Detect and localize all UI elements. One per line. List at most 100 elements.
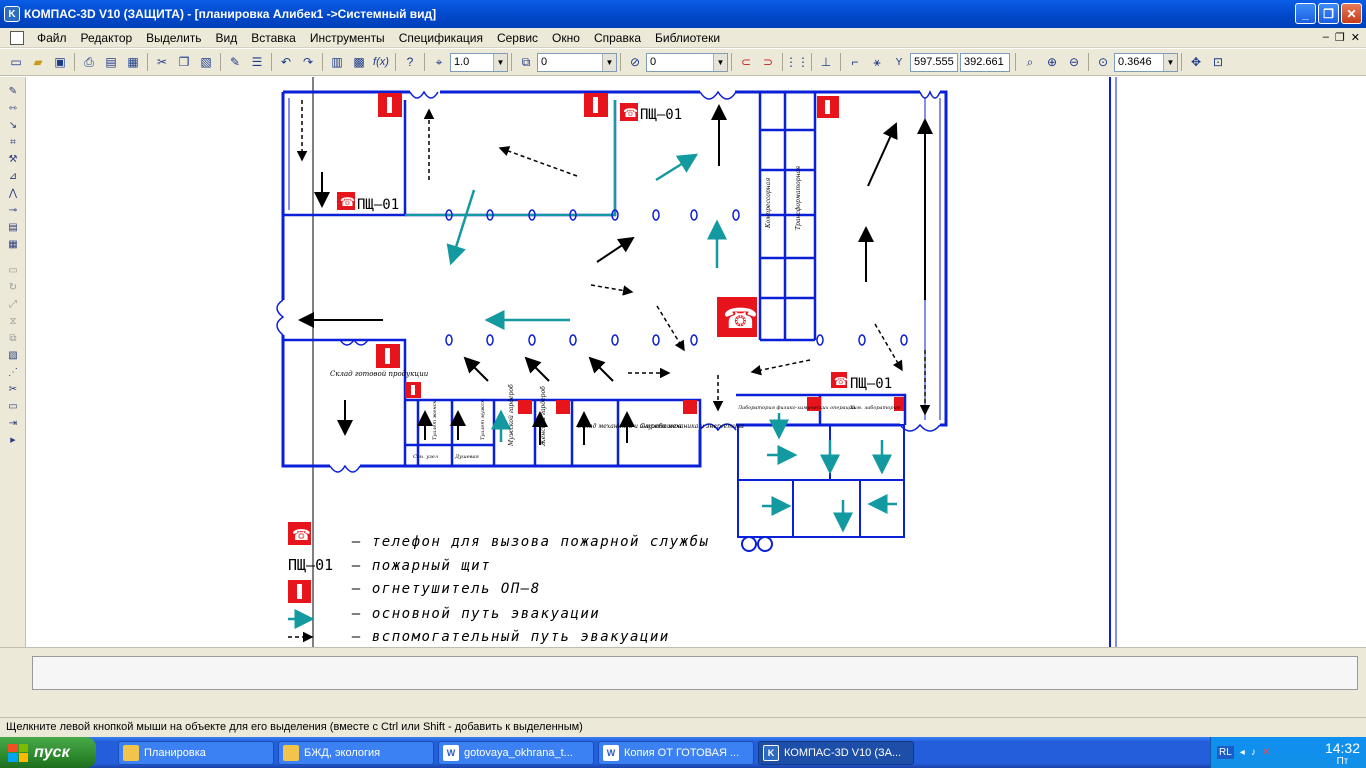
coord-x-field[interactable]: 597.555 [910, 52, 958, 72]
copy-tool-icon[interactable]: ⧉ [3, 330, 23, 346]
menu-select[interactable]: Выделить [139, 28, 208, 48]
geometry-icon[interactable]: ✎ [3, 83, 23, 99]
doc-minimize-icon[interactable]: – [1323, 31, 1329, 44]
rotate-icon[interactable]: ↻ [3, 279, 23, 295]
new-file-icon[interactable]: ▭ [6, 52, 26, 72]
insert-icon[interactable]: ▦ [3, 236, 23, 252]
menu-service[interactable]: Сервис [490, 28, 545, 48]
undo-icon[interactable]: ↶ [276, 52, 296, 72]
open-folder-icon[interactable]: ▰ [28, 52, 48, 72]
menu-editor[interactable]: Редактор [74, 28, 140, 48]
deform-icon[interactable]: ▧ [3, 347, 23, 363]
style-combo[interactable]: 0 ▼ [646, 52, 728, 72]
task-gotovaya[interactable]: W gotovaya_okhrana_t... [438, 740, 594, 765]
task-kompas[interactable]: K КОМПАС-3D V10 (ЗА... [758, 740, 914, 765]
local-cs-icon[interactable]: ⊥ [816, 52, 836, 72]
ortho-icon[interactable]: ⌐ [845, 52, 865, 72]
menu-tools[interactable]: Инструменты [303, 28, 392, 48]
task-bzhd[interactable]: БЖД, экология [278, 740, 434, 765]
snap-icon[interactable]: ⊂ [736, 52, 756, 72]
style-icon[interactable]: ⊘ [625, 52, 645, 72]
trim-icon[interactable]: ✂ [3, 381, 23, 397]
preview-icon[interactable]: ▤ [101, 52, 121, 72]
zoom-window-icon[interactable]: ⌕ [1020, 52, 1040, 72]
kompas-app-icon[interactable]: K [4, 6, 20, 22]
close-button[interactable]: ✕ [1341, 3, 1362, 24]
zoom-out-icon[interactable]: ⊖ [1064, 52, 1084, 72]
properties-panel-field[interactable] [32, 656, 1358, 690]
scale-combo[interactable]: 0.3646 ▼ [1114, 52, 1178, 72]
edit-icon[interactable]: ⌗ [3, 134, 23, 150]
line-step-combo[interactable]: 1.0 ▼ [450, 52, 508, 72]
task-planirovka[interactable]: Планировка [118, 740, 274, 765]
mirror-icon[interactable]: ⧖ [3, 313, 23, 329]
spec-icon[interactable]: ⊸ [3, 202, 23, 218]
zoom-in-icon[interactable]: ⊕ [1042, 52, 1062, 72]
drawing-canvas[interactable]: ☎ ☎ ☎ ☎ ПЩ–01 ПЩ–01 ПЩ–01 Склад готовой … [27, 77, 1366, 647]
redo-icon[interactable]: ↷ [298, 52, 318, 72]
pan-icon[interactable]: ✥ [1186, 52, 1206, 72]
start-button[interactable]: пуск [0, 737, 96, 768]
menu-view[interactable]: Вид [209, 28, 245, 48]
language-indicator[interactable]: RL [1217, 746, 1234, 759]
extend-icon[interactable]: ⇥ [3, 415, 23, 431]
paste-icon[interactable]: ▧ [196, 52, 216, 72]
save-icon[interactable]: ▣ [50, 52, 70, 72]
menu-libraries[interactable]: Библиотеки [648, 28, 727, 48]
designations-icon[interactable]: ↘ [3, 117, 23, 133]
scale-tool-icon[interactable]: ⤢ [3, 296, 23, 312]
variables-icon[interactable]: f(x) [371, 52, 391, 72]
floor-plan[interactable]: ☎ ☎ ☎ ☎ ПЩ–01 ПЩ–01 ПЩ–01 Склад готовой … [27, 77, 1366, 647]
parametrization-icon[interactable]: ⚒ [3, 151, 23, 167]
menu-specification[interactable]: Спецификация [392, 28, 490, 48]
layer-manager-icon[interactable]: ▥ [327, 52, 347, 72]
context-help-icon[interactable]: ? [400, 52, 420, 72]
reports-icon[interactable]: ▤ [3, 219, 23, 235]
print-icon[interactable]: ⎙ [79, 52, 99, 72]
measure-icon[interactable]: ⊿ [3, 168, 23, 184]
status-text: Щелкните левой кнопкой мыши на объекте д… [6, 721, 583, 733]
doc-restore-icon[interactable]: ❐ [1335, 31, 1345, 44]
chevron-down-icon[interactable]: ▼ [713, 53, 727, 71]
format-brush-icon[interactable]: ✎ [225, 52, 245, 72]
task-kopiya[interactable]: W Копия ОТ ГОТОВАЯ ... [598, 740, 754, 765]
minimize-button[interactable]: _ [1295, 3, 1316, 24]
coord-y-field[interactable]: 392.661 [960, 52, 1010, 72]
library-manager-icon[interactable]: ▩ [349, 52, 369, 72]
select-icon[interactable]: ⋀ [3, 185, 23, 201]
chevron-down-icon[interactable]: ▼ [602, 53, 616, 71]
copy-icon[interactable]: ❐ [174, 52, 194, 72]
document-icon[interactable] [10, 30, 24, 45]
room-label-lab2: Хим. лаборатория [849, 404, 900, 411]
volume-icon[interactable]: ♪ [1251, 747, 1256, 758]
grid-icon[interactable]: ⋮⋮ [785, 52, 809, 72]
fillet-icon[interactable]: ▭ [3, 398, 23, 414]
dimensions-icon[interactable]: ⇿ [3, 100, 23, 116]
menu-help[interactable]: Справка [587, 28, 648, 48]
more-tools-icon[interactable]: ▶ [3, 432, 23, 448]
menu-window[interactable]: Окно [545, 28, 587, 48]
chevron-down-icon[interactable]: ▼ [493, 53, 507, 71]
doc-close-icon[interactable]: ✕ [1351, 31, 1360, 44]
split-icon[interactable]: ⋰ [3, 364, 23, 380]
layer-combo[interactable]: 0 ▼ [537, 52, 617, 72]
zoom-all-icon[interactable]: ⊡ [1208, 52, 1228, 72]
menu-file[interactable]: Файл [30, 28, 74, 48]
round-icon[interactable]: ⚹ [867, 52, 887, 72]
chevron-down-icon[interactable]: ▼ [1163, 53, 1177, 71]
antivirus-icon[interactable]: ✕ [1262, 747, 1270, 758]
step-icon[interactable]: ⌖ [429, 52, 449, 72]
cut-icon[interactable]: ✂ [152, 52, 172, 72]
manager-icon[interactable]: ▦ [123, 52, 143, 72]
zoom-icon[interactable]: ⊙ [1093, 52, 1113, 72]
phone-icon: ☎ ☎ ☎ ☎ [337, 103, 848, 388]
macro-icon[interactable]: ▭ [3, 262, 23, 278]
clock[interactable]: 14:32 Пт [1325, 741, 1360, 768]
menu-insert[interactable]: Вставка [244, 28, 303, 48]
magnet-icon[interactable]: ⊃ [758, 52, 778, 72]
maximize-button[interactable]: ❐ [1318, 3, 1339, 24]
folder-icon [283, 744, 299, 761]
network-icon[interactable]: ◂ [1240, 747, 1245, 758]
layers-icon[interactable]: ⧉ [516, 52, 536, 72]
properties-icon[interactable]: ☰ [247, 52, 267, 72]
